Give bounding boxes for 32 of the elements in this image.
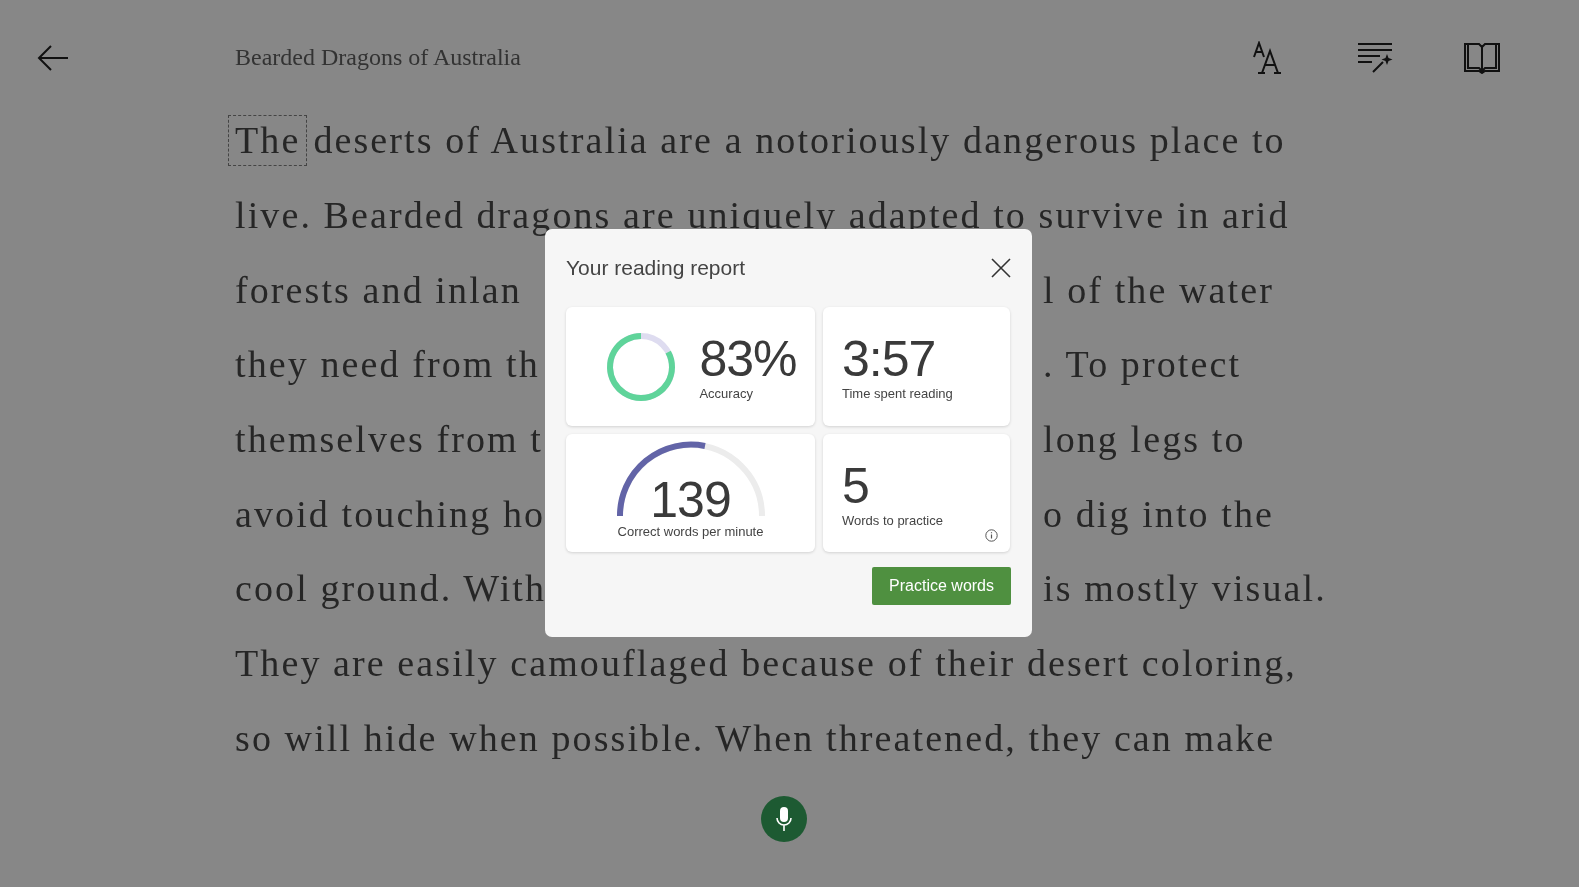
stat-value: 3:57 bbox=[842, 332, 937, 386]
passage-text: avoid touching ho bbox=[235, 491, 546, 536]
document-title: Bearded Dragons of Australia bbox=[235, 44, 521, 71]
stat-label: Correct words per minute bbox=[617, 524, 764, 539]
focused-word: The bbox=[228, 114, 308, 166]
practice-words-button[interactable]: Practice words bbox=[872, 567, 1011, 605]
passage-text: is mostly visual. bbox=[1043, 566, 1328, 611]
passage-text: They are easily camouflaged because of their desert coloring, bbox=[234, 641, 1297, 686]
passage-text: o dig into the bbox=[1043, 491, 1275, 536]
close-icon[interactable] bbox=[991, 258, 1011, 278]
passage-text: they need from th bbox=[235, 342, 540, 387]
microphone-icon bbox=[776, 806, 792, 832]
stat-label: Time spent reading bbox=[842, 386, 954, 401]
stat-value: 5 bbox=[842, 458, 870, 513]
stat-value: 139 bbox=[650, 476, 731, 524]
passage-text: forests and inlan bbox=[235, 267, 522, 312]
passage-text: . To protect bbox=[1043, 342, 1243, 387]
book-icon[interactable] bbox=[1463, 41, 1501, 74]
stat-label: Words to practice bbox=[842, 512, 944, 528]
dialog-title: Your reading report bbox=[566, 256, 745, 280]
stat-label: Accuracy bbox=[699, 386, 754, 401]
passage-text: long legs to bbox=[1043, 417, 1247, 462]
stat-value: 83% bbox=[699, 332, 797, 386]
line-focus-icon[interactable] bbox=[1357, 41, 1395, 74]
passage-text: l of the water bbox=[1043, 267, 1275, 312]
passage-text: themselves from t bbox=[235, 417, 543, 462]
microphone-button[interactable] bbox=[761, 796, 807, 842]
info-icon[interactable] bbox=[985, 529, 998, 542]
passage-text: cool ground. With bbox=[235, 566, 547, 611]
passage-text: deserts of Australia are a notoriously dangerous place to bbox=[313, 118, 1286, 163]
back-button[interactable] bbox=[36, 43, 70, 72]
passage-text: so will hide when possible. When threatened, they can make bbox=[234, 715, 1276, 760]
